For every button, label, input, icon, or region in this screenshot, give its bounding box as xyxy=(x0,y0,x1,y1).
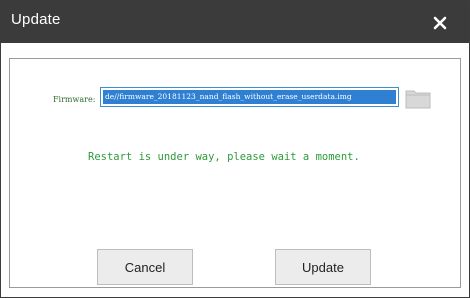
browse-folder-button[interactable] xyxy=(405,87,431,109)
update-button-label: Update xyxy=(302,259,344,275)
cancel-button[interactable]: Cancel xyxy=(97,249,193,285)
update-button[interactable]: Update xyxy=(275,249,371,285)
firmware-path-value: de//firmware_20181123_nand_flash_without… xyxy=(103,90,396,104)
cancel-button-label: Cancel xyxy=(124,259,166,275)
update-dialog: Update Firmware: de//firmware_20181123_n… xyxy=(0,0,470,298)
close-button[interactable] xyxy=(419,11,461,35)
folder-icon xyxy=(405,90,431,109)
dialog-title: Update xyxy=(11,11,61,28)
firmware-label: Firmware: xyxy=(53,95,96,104)
firmware-path-field[interactable]: de//firmware_20181123_nand_flash_without… xyxy=(100,87,399,107)
status-message: Restart is under way, please wait a mome… xyxy=(88,151,360,163)
title-bar[interactable]: Update xyxy=(1,1,469,43)
close-icon xyxy=(433,16,447,30)
